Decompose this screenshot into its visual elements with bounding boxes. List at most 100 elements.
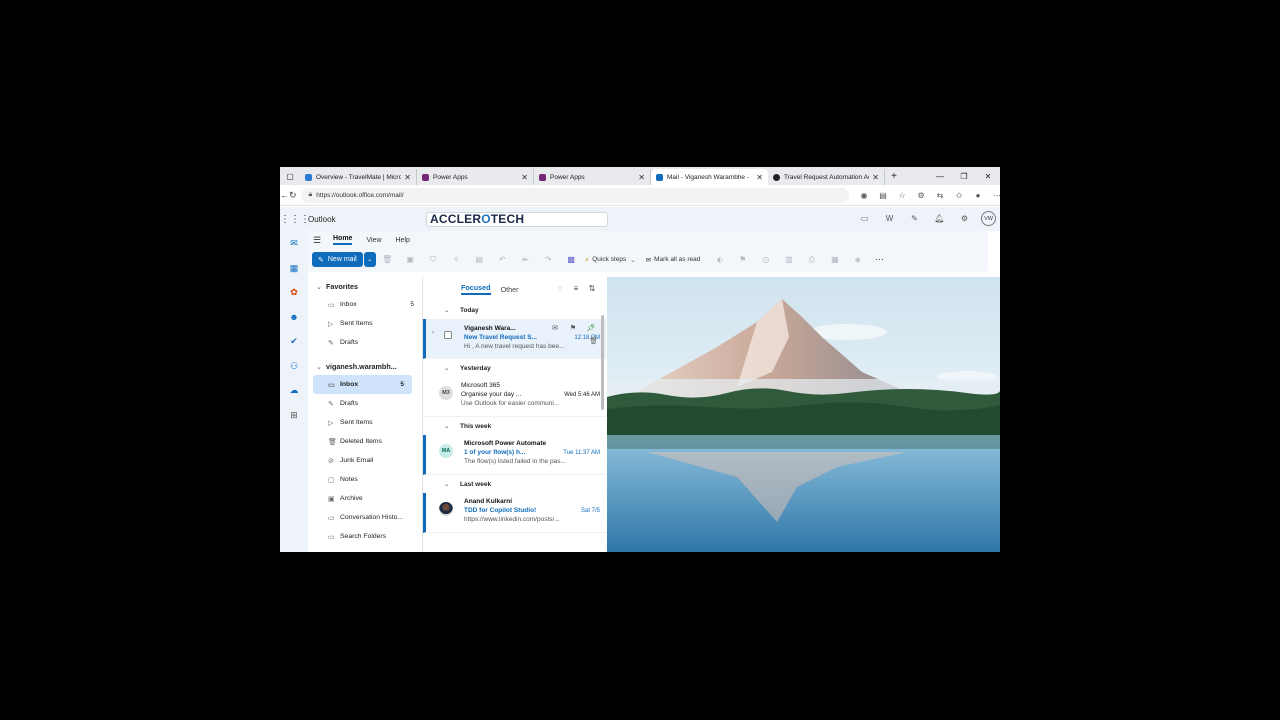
tab-help[interactable]: Help — [396, 237, 410, 244]
flag-icon[interactable]: ⚑ — [564, 324, 582, 332]
close-tab-icon[interactable]: ✕ — [521, 173, 528, 182]
more-options-icon[interactable]: ⋯ — [869, 254, 889, 265]
restore-icon[interactable]: ❐ — [952, 167, 976, 185]
reply-all-icon[interactable]: ↞ — [514, 255, 537, 264]
word-icon[interactable]: W — [877, 214, 902, 223]
group-header-last-week[interactable]: ⌄ Last week — [423, 475, 606, 493]
tab-other[interactable]: Other — [501, 285, 519, 294]
split-screen-icon[interactable]: ⇆ — [931, 191, 950, 200]
move-icon[interactable]: ▤ — [468, 255, 491, 264]
favorites-header[interactable]: ⌄ Favorites — [308, 277, 422, 295]
message-list-scrollbar[interactable] — [601, 315, 604, 410]
tab-focused[interactable]: Focused — [461, 283, 491, 295]
sort-icon[interactable]: ⇅ — [584, 284, 600, 293]
calendar-icon[interactable]: ▦ — [280, 256, 308, 281]
browser-tab-4[interactable]: Mail - Viganesh Warambhe - ✕ — [651, 169, 768, 185]
tab-home[interactable]: Home — [333, 235, 353, 245]
close-tab-icon[interactable]: ✕ — [404, 173, 411, 182]
immersive-reader-icon[interactable]: ▦ — [823, 255, 846, 264]
expand-thread-icon[interactable]: › — [432, 330, 434, 336]
group-header-today[interactable]: ⌄ Today — [423, 301, 606, 319]
folder-sent-items[interactable]: ▷ Sent Items — [308, 413, 422, 432]
minimize-icon[interactable]: — — [928, 167, 952, 185]
account-header[interactable]: ⌄ viganesh.warambh... — [308, 357, 422, 375]
reply-icon[interactable]: ↶ — [491, 255, 514, 264]
org-icon[interactable]: ⚇ — [280, 354, 308, 379]
settings-icon[interactable]: ⚙ — [952, 214, 977, 223]
archive-icon[interactable]: ▣ — [399, 255, 422, 264]
forward-icon[interactable]: ↷ — [537, 255, 560, 264]
mark-read-icon[interactable]: ✉ — [546, 324, 564, 332]
pin-icon[interactable]: 📌︎ — [582, 324, 600, 332]
favorite-sent-items[interactable]: ▷ Sent Items — [308, 314, 422, 333]
browser-tab-2[interactable]: Power Apps ✕ — [417, 169, 534, 185]
tag-icon[interactable]: ⬖ — [708, 255, 731, 264]
print-icon[interactable]: ⎙ — [800, 255, 823, 265]
folder-archive[interactable]: ▣ Archive — [308, 489, 422, 508]
reader-icon[interactable]: ▤ — [874, 191, 893, 200]
close-window-icon[interactable]: ✕ — [976, 167, 1000, 185]
select-checkbox[interactable] — [444, 331, 452, 339]
whiteboard-icon[interactable]: ✎ — [902, 214, 927, 223]
tab-actions-icon[interactable]: ▢ — [280, 167, 300, 185]
hamburger-menu-icon[interactable]: ☰ — [313, 235, 333, 246]
avatar[interactable]: VW — [981, 211, 996, 226]
todo-icon[interactable]: ✔ — [280, 329, 308, 354]
close-tab-icon[interactable]: ✕ — [872, 173, 879, 182]
folder-deleted-items[interactable]: 🗑︎ Deleted Items — [308, 432, 422, 451]
folder-junk-email[interactable]: ⊘ Junk Email — [308, 451, 422, 470]
message-item[interactable]: M3 Microsoft 365 Organise your day ... W… — [423, 377, 606, 417]
quick-steps-button[interactable]: ⚡︎ Quick steps ⌄ — [585, 256, 636, 264]
teams-icon[interactable]: ▩ — [560, 255, 583, 264]
close-tab-icon[interactable]: ✕ — [756, 173, 763, 182]
sweep-icon[interactable]: ✧ — [445, 255, 468, 264]
folder-notes[interactable]: ▢ Notes — [308, 470, 422, 489]
message-item[interactable]: › Viganesh Wara... ✉ ⚑ 📌︎ New Travel Req… — [423, 319, 606, 359]
rules-icon[interactable]: ▥ — [777, 255, 800, 264]
extension-icon[interactable]: ⚙ — [912, 191, 931, 200]
back-icon[interactable]: ← — [280, 190, 289, 200]
tracking-icon[interactable]: ◉ — [855, 191, 874, 200]
report-icon[interactable]: ⛉ — [422, 255, 445, 265]
folder-inbox[interactable]: ▭ Inbox 5 — [313, 375, 412, 394]
notifications-icon[interactable]: 🔔︎ — [927, 214, 952, 223]
browser-tab-1[interactable]: Overview - TravelMate | Micro ✕ — [300, 169, 417, 185]
folder-conversation-history[interactable]: ▭ Conversation Histo... — [308, 508, 422, 527]
tab-view[interactable]: View — [366, 237, 381, 244]
favorite-drafts[interactable]: ✎ Drafts — [308, 333, 422, 352]
delete-icon[interactable]: 🗑︎ — [589, 337, 598, 345]
snooze-icon[interactable]: ◷ — [754, 255, 777, 264]
close-tab-icon[interactable]: ✕ — [638, 173, 645, 182]
browser-tab-3[interactable]: Power Apps ✕ — [534, 169, 651, 185]
new-mail-button[interactable]: ✎ New mail — [312, 252, 363, 267]
new-mail-dropdown-icon[interactable]: ⌄ — [363, 252, 376, 267]
mark-all-read-button[interactable]: ✉ Mark all as read — [646, 256, 701, 264]
delete-icon[interactable]: 🗑︎ — [376, 255, 399, 264]
profile-icon[interactable]: ● — [969, 191, 988, 200]
onedrive-icon[interactable]: ☁ — [280, 378, 308, 403]
refresh-icon[interactable]: ↻ — [289, 190, 297, 201]
meet-now-icon[interactable]: ▭ — [852, 214, 877, 223]
new-tab-icon[interactable]: + — [885, 171, 903, 182]
group-header-yesterday[interactable]: ⌄ Yesterday — [423, 359, 606, 377]
favorite-star-icon[interactable]: ☆ — [893, 191, 912, 200]
people-icon[interactable]: ☻ — [280, 305, 308, 330]
copilot-rail-icon[interactable]: ✿ — [280, 280, 308, 305]
group-header-this-week[interactable]: ⌄ This week — [423, 417, 606, 435]
message-item[interactable]: Anand Kulkarni TDD for Copilot Studio! S… — [423, 493, 606, 533]
favorite-inbox[interactable]: ▭ Inbox 5 — [308, 295, 422, 314]
folder-drafts[interactable]: ✎ Drafts — [308, 394, 422, 413]
more-apps-icon[interactable]: ⊞ — [280, 403, 308, 428]
flag-icon[interactable]: ⚑ — [731, 255, 754, 264]
folder-search-folders[interactable]: ▭ Search Folders — [308, 527, 422, 546]
address-bar[interactable]: 🔒︎ https://outlook.office.com/mail/ — [300, 187, 849, 203]
message-item[interactable]: MA Microsoft Power Automate 1 of your fl… — [423, 435, 606, 475]
filter-icon[interactable]: ≡ — [568, 284, 584, 293]
translate-icon[interactable]: ◈ — [846, 255, 869, 264]
mail-icon[interactable]: ✉ — [280, 231, 308, 256]
favorites-icon[interactable]: ✩ — [950, 191, 969, 200]
select-icon[interactable]: ◌ — [552, 284, 568, 293]
search-box[interactable]: ACCLEROTECH — [426, 211, 608, 227]
browser-tab-5[interactable]: Travel Request Automation Ac ✕ — [768, 169, 885, 185]
app-launcher-icon[interactable]: ⋮⋮⋮ — [280, 214, 310, 225]
